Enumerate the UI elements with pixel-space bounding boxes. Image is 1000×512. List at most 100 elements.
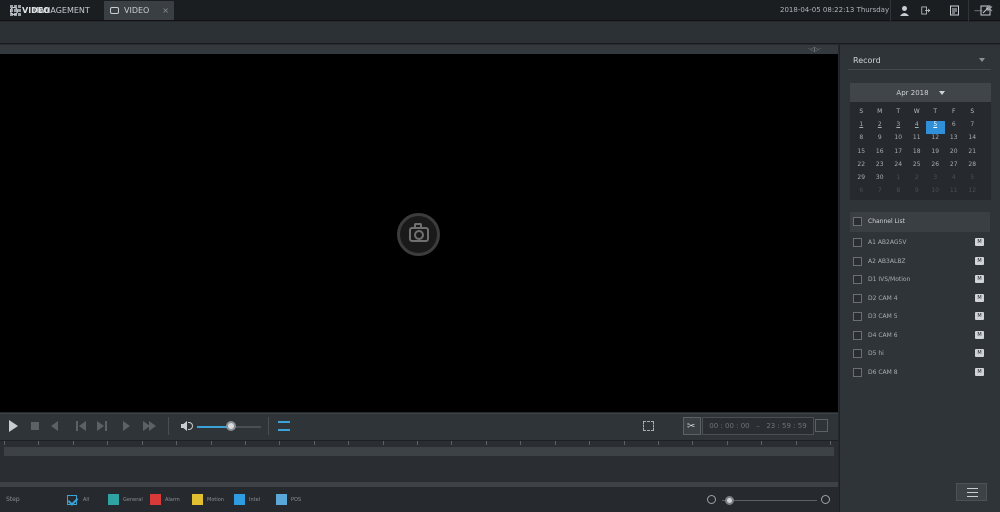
- timeline-track[interactable]: [4, 447, 834, 456]
- end-time[interactable]: 23 : 59 : 59: [766, 422, 806, 430]
- slow-play-icon[interactable]: [123, 421, 130, 431]
- calendar-day[interactable]: 18: [908, 148, 927, 161]
- stream-type-badge[interactable]: M: [975, 312, 984, 320]
- calendar-day[interactable]: 9: [871, 134, 890, 147]
- zoom-in-icon[interactable]: [821, 495, 830, 504]
- alarm-checkbox[interactable]: [150, 494, 161, 505]
- calendar-month-selector[interactable]: Apr 2018: [850, 83, 991, 102]
- user-icon[interactable]: [899, 5, 910, 16]
- start-time[interactable]: 00 : 00 : 00: [709, 422, 749, 430]
- save-clip-icon[interactable]: [815, 419, 828, 432]
- calendar-day[interactable]: 2: [871, 121, 890, 134]
- intel-checkbox[interactable]: [234, 494, 245, 505]
- calendar-day[interactable]: 17: [889, 148, 908, 161]
- stream-type-badge[interactable]: M: [975, 367, 984, 376]
- record-type-select[interactable]: Record: [848, 53, 991, 70]
- calendar-day[interactable]: 6: [945, 121, 964, 134]
- previous-frame-icon[interactable]: [79, 421, 86, 431]
- calendar-day[interactable]: 23: [871, 161, 890, 174]
- stop-icon[interactable]: [31, 422, 39, 430]
- calendar-day[interactable]: 16: [871, 148, 890, 161]
- general-checkbox[interactable]: [108, 494, 119, 505]
- play-backward-icon[interactable]: [51, 421, 58, 431]
- stream-type-badge[interactable]: M: [975, 256, 984, 265]
- calendar-day[interactable]: 2: [908, 174, 927, 187]
- calendar-day[interactable]: 9: [908, 187, 927, 200]
- motion-checkbox[interactable]: [192, 494, 203, 505]
- calendar-day[interactable]: 12: [963, 187, 982, 200]
- calendar-day[interactable]: 12: [926, 134, 945, 147]
- calendar-day[interactable]: 19: [926, 148, 945, 161]
- calendar-day[interactable]: 27: [945, 161, 964, 174]
- stream-type-badge[interactable]: M: [975, 293, 984, 302]
- calendar-day[interactable]: 22: [852, 161, 871, 174]
- topbar-divider: [890, 0, 891, 21]
- timeline-tick: [210, 441, 212, 445]
- calendar-day[interactable]: 24: [889, 161, 908, 174]
- timeline-scrollbar[interactable]: [0, 482, 838, 487]
- channel-checkbox[interactable]: [853, 238, 862, 247]
- calendar-day[interactable]: 8: [889, 187, 908, 200]
- calendar-day[interactable]: 4: [945, 174, 964, 187]
- time-range-field[interactable]: 00 : 00 : 00 – 23 : 59 : 59: [702, 417, 814, 435]
- calendar-day[interactable]: 29: [852, 174, 871, 187]
- chevron-down-icon[interactable]: [979, 58, 985, 62]
- logout-icon[interactable]: [921, 5, 932, 16]
- stream-type-badge[interactable]: M: [975, 275, 984, 283]
- calendar-day[interactable]: 11: [945, 187, 964, 200]
- play-icon[interactable]: [9, 420, 18, 432]
- calendar-day[interactable]: 1: [852, 121, 871, 134]
- calendar-day[interactable]: 20: [945, 148, 964, 161]
- calendar-day[interactable]: 7: [963, 121, 982, 134]
- channel-checkbox[interactable]: [853, 367, 862, 377]
- calendar-day[interactable]: 5: [926, 121, 945, 135]
- calendar-day[interactable]: 26: [926, 161, 945, 174]
- channel-list-select-all[interactable]: [853, 217, 862, 226]
- calendar-day[interactable]: 30: [871, 174, 890, 187]
- calendar-day[interactable]: 21: [963, 148, 982, 161]
- calendar-day[interactable]: 28: [963, 161, 982, 174]
- stream-type-badge[interactable]: M: [975, 349, 984, 357]
- zoom-slider-handle[interactable]: [725, 496, 734, 505]
- close-button[interactable]: ✕: [986, 5, 994, 15]
- calendar-day[interactable]: 14: [963, 134, 982, 147]
- calendar-day[interactable]: 15: [852, 148, 871, 161]
- calendar-day[interactable]: 6: [852, 187, 871, 200]
- stream-type-badge[interactable]: M: [975, 330, 984, 339]
- caret-down-icon[interactable]: [938, 90, 945, 95]
- pos-checkbox[interactable]: [276, 494, 287, 505]
- channel-checkbox[interactable]: [853, 293, 862, 303]
- calendar-day[interactable]: 11: [908, 134, 927, 147]
- tab-video[interactable]: VIDEO ×: [104, 1, 174, 20]
- timeline-tick: [485, 441, 487, 445]
- channel-checkbox[interactable]: [853, 275, 862, 284]
- channel-checkbox[interactable]: [853, 349, 862, 358]
- volume-slider-handle[interactable]: [225, 421, 236, 431]
- minimize-button[interactable]: —: [974, 6, 983, 16]
- tab-close-icon[interactable]: ×: [162, 6, 169, 15]
- calendar-day[interactable]: 5: [963, 174, 982, 187]
- calendar-day[interactable]: 25: [908, 161, 927, 174]
- calendar-day[interactable]: 4: [908, 121, 927, 134]
- next-frame-icon[interactable]: [97, 421, 104, 431]
- calendar-day[interactable]: 10: [926, 187, 945, 200]
- calendar-day[interactable]: 10: [889, 134, 908, 147]
- channel-checkbox[interactable]: [853, 312, 862, 321]
- list-view-button[interactable]: [956, 483, 987, 501]
- all-checkbox[interactable]: [67, 495, 77, 505]
- zoom-slider[interactable]: [722, 500, 817, 501]
- calendar-day[interactable]: 7: [871, 187, 890, 200]
- notes-icon[interactable]: [949, 5, 960, 16]
- window-split-toggle[interactable]: ·◁▷·: [808, 46, 821, 53]
- calendar-day[interactable]: 1: [889, 174, 908, 187]
- sync-play-icon[interactable]: [278, 421, 290, 431]
- calendar-day[interactable]: 8: [852, 134, 871, 147]
- calendar-day[interactable]: 3: [889, 121, 908, 134]
- stream-type-badge[interactable]: M: [975, 238, 984, 246]
- calendar-day[interactable]: 3: [926, 174, 945, 187]
- zoom-out-icon[interactable]: [707, 495, 716, 504]
- channel-checkbox[interactable]: [853, 330, 862, 340]
- calendar-day[interactable]: 13: [945, 134, 964, 147]
- channel-checkbox[interactable]: [853, 256, 862, 266]
- fullscreen-icon[interactable]: [643, 421, 654, 431]
